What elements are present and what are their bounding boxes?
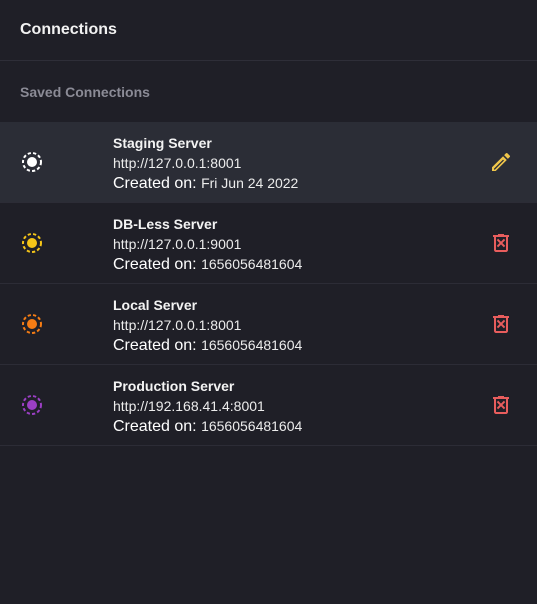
connection-row[interactable]: Staging Server http://127.0.0.1:8001 Cre… [0,122,537,203]
trash-icon [493,234,509,252]
section-heading: Saved Connections [20,83,150,100]
trash-icon [493,315,509,333]
created-value: Fri Jun 24 2022 [201,175,299,191]
created-value: 1656056481604 [201,256,303,272]
connection-info: Local Server http://127.0.0.1:8001 Creat… [113,295,302,356]
connection-row[interactable]: DB-Less Server http://127.0.0.1:9001 Cre… [0,203,537,284]
connection-created: Created on: Fri Jun 24 2022 [113,173,298,194]
status-indicator-icon [22,395,42,415]
connection-row[interactable]: Production Server http://192.168.41.4:80… [0,365,537,446]
connection-info: Production Server http://192.168.41.4:80… [113,376,302,437]
connection-created: Created on: 1656056481604 [113,416,302,437]
connection-url: http://127.0.0.1:8001 [113,155,242,171]
connection-list: Staging Server http://127.0.0.1:8001 Cre… [0,122,537,446]
created-prefix: Created on: [113,175,202,192]
trash-icon [493,396,509,414]
connection-created: Created on: 1656056481604 [113,335,302,356]
pencil-icon [492,152,511,171]
page-title: Connections [20,20,117,38]
connection-name: Local Server [113,297,198,313]
delete-button[interactable] [489,312,513,336]
connection-name: DB-Less Server [113,216,218,232]
delete-button[interactable] [489,231,513,255]
connection-name: Production Server [113,378,235,394]
status-indicator-icon [22,152,42,172]
connections-panel: Connections Saved Connections Staging Se… [0,0,537,604]
connection-created: Created on: 1656056481604 [113,254,302,275]
connection-url: http://127.0.0.1:8001 [113,317,242,333]
delete-button[interactable] [489,393,513,417]
connection-info: DB-Less Server http://127.0.0.1:9001 Cre… [113,214,302,275]
status-indicator-icon [22,233,42,253]
created-prefix: Created on: [113,337,202,354]
status-indicator-icon [22,314,42,334]
created-prefix: Created on: [113,256,202,273]
created-prefix: Created on: [113,418,202,435]
created-value: 1656056481604 [201,337,303,353]
connection-row[interactable]: Local Server http://127.0.0.1:8001 Creat… [0,284,537,365]
connection-url: http://192.168.41.4:8001 [113,398,265,414]
connection-info: Staging Server http://127.0.0.1:8001 Cre… [113,133,298,194]
panel-header: Connections [0,0,537,61]
connection-name: Staging Server [113,135,212,151]
edit-button[interactable] [489,150,513,174]
connection-url: http://127.0.0.1:9001 [113,236,242,252]
created-value: 1656056481604 [201,418,303,434]
